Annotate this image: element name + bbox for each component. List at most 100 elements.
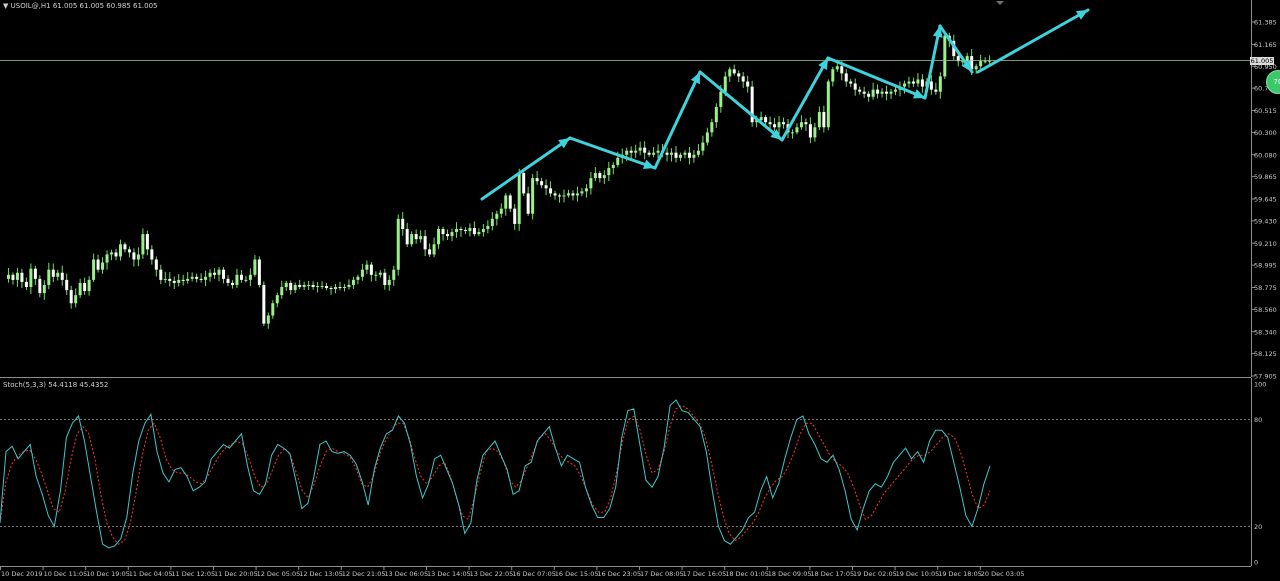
- candle-body: [764, 117, 768, 123]
- candle-body: [369, 264, 373, 275]
- candle-body: [844, 73, 848, 82]
- candle-body: [732, 69, 736, 74]
- candle-body: [248, 274, 252, 280]
- candle-body: [401, 218, 405, 230]
- candle-body: [78, 282, 82, 296]
- time-tick-label: 10 Dec 2019: [1, 570, 43, 578]
- candle-body: [544, 185, 548, 189]
- candle-body: [826, 81, 830, 128]
- candle-body: [566, 193, 570, 196]
- time-tick-label: 16 Dec 23:05: [597, 570, 641, 578]
- candle-body: [437, 229, 441, 245]
- candle-body: [154, 259, 158, 270]
- candle-body: [208, 272, 212, 277]
- stoch-tick-label: 0: [1254, 559, 1258, 567]
- candle-body: [643, 147, 647, 153]
- candle-body: [92, 259, 96, 280]
- candle-body: [840, 66, 844, 74]
- candle-body: [271, 303, 275, 316]
- candle-body: [20, 272, 24, 282]
- price-tick-label: 60.515: [1254, 107, 1277, 115]
- candle-body: [813, 127, 817, 138]
- candle-body: [11, 274, 15, 280]
- candle-body: [69, 290, 73, 304]
- candle-body: [123, 244, 127, 250]
- candle-body: [723, 76, 727, 92]
- candle-body: [280, 286, 284, 296]
- candle-body: [334, 286, 338, 290]
- candle-body: [611, 164, 615, 168]
- price-tick-label: 59.210: [1254, 240, 1277, 248]
- candle-body: [504, 195, 508, 209]
- candle-body: [253, 259, 257, 275]
- candle-body: [83, 282, 87, 292]
- candle-body: [526, 193, 530, 214]
- candle-body: [365, 264, 369, 270]
- candle-body: [481, 229, 485, 233]
- candle-body: [817, 112, 821, 128]
- candle-body: [101, 262, 105, 270]
- price-tick-label: 57.905: [1254, 373, 1277, 381]
- candle-body: [127, 249, 131, 253]
- candle-body: [6, 274, 10, 279]
- candle-body: [132, 252, 136, 260]
- candle-body: [607, 167, 611, 176]
- candle-body: [199, 278, 203, 280]
- candle-body: [51, 269, 55, 277]
- candle-body: [118, 244, 122, 257]
- candle-body: [719, 91, 723, 107]
- chart-menu-dropdown-icon[interactable]: ▼: [3, 2, 8, 10]
- candle-body: [647, 152, 651, 155]
- candle-body: [275, 295, 279, 304]
- candle-body: [674, 152, 678, 158]
- candle-body: [835, 66, 839, 70]
- candle-body: [432, 244, 436, 255]
- candle-body: [795, 127, 799, 133]
- candle-body: [974, 66, 978, 70]
- candle-body: [186, 278, 190, 281]
- candle-body: [244, 279, 248, 281]
- candle-body: [239, 274, 243, 280]
- candle-body: [446, 234, 450, 237]
- candle-body: [558, 195, 562, 197]
- candle-body: [204, 276, 208, 280]
- price-tick-label: 58.995: [1254, 262, 1277, 270]
- candle-body: [378, 272, 382, 275]
- candle-body: [230, 282, 234, 285]
- candle-body: [56, 272, 60, 277]
- candle-body: [656, 150, 660, 153]
- candle-body: [808, 124, 812, 138]
- candle-body: [773, 124, 777, 128]
- candle-body: [423, 236, 427, 250]
- time-tick-label: 16 Dec 15:05: [555, 570, 599, 578]
- candle-body: [907, 81, 911, 84]
- chart-canvas: 61.38561.16560.95060.73560.51560.30060.0…: [0, 0, 1280, 581]
- stoch-tick-label: 20: [1254, 523, 1262, 531]
- candle-body: [853, 83, 857, 90]
- candle-body: [235, 274, 239, 285]
- candle-body: [392, 269, 396, 280]
- candle-body: [374, 274, 378, 276]
- candle-body: [29, 268, 33, 287]
- candle-body: [768, 122, 772, 125]
- candle-body: [428, 249, 432, 255]
- candle-body: [678, 154, 682, 158]
- candle-body: [383, 272, 387, 285]
- candle-body: [284, 282, 288, 287]
- current-price-badge: 61.005: [1250, 57, 1274, 65]
- candle-body: [177, 279, 181, 283]
- candle-body: [683, 152, 687, 155]
- candle-body: [302, 284, 306, 287]
- candle-body: [47, 269, 51, 285]
- candle-body: [531, 178, 535, 214]
- candle-body: [670, 152, 674, 155]
- candle-body: [338, 286, 342, 289]
- time-tick-label: 11 Dec 12:05: [171, 570, 215, 578]
- candle-body: [746, 81, 750, 87]
- candle-body: [150, 249, 154, 260]
- candle-body: [652, 152, 656, 155]
- candle-body: [213, 272, 217, 275]
- candle-body: [311, 284, 315, 287]
- price-tick-label: 58.340: [1254, 328, 1277, 336]
- candle-body: [616, 157, 620, 165]
